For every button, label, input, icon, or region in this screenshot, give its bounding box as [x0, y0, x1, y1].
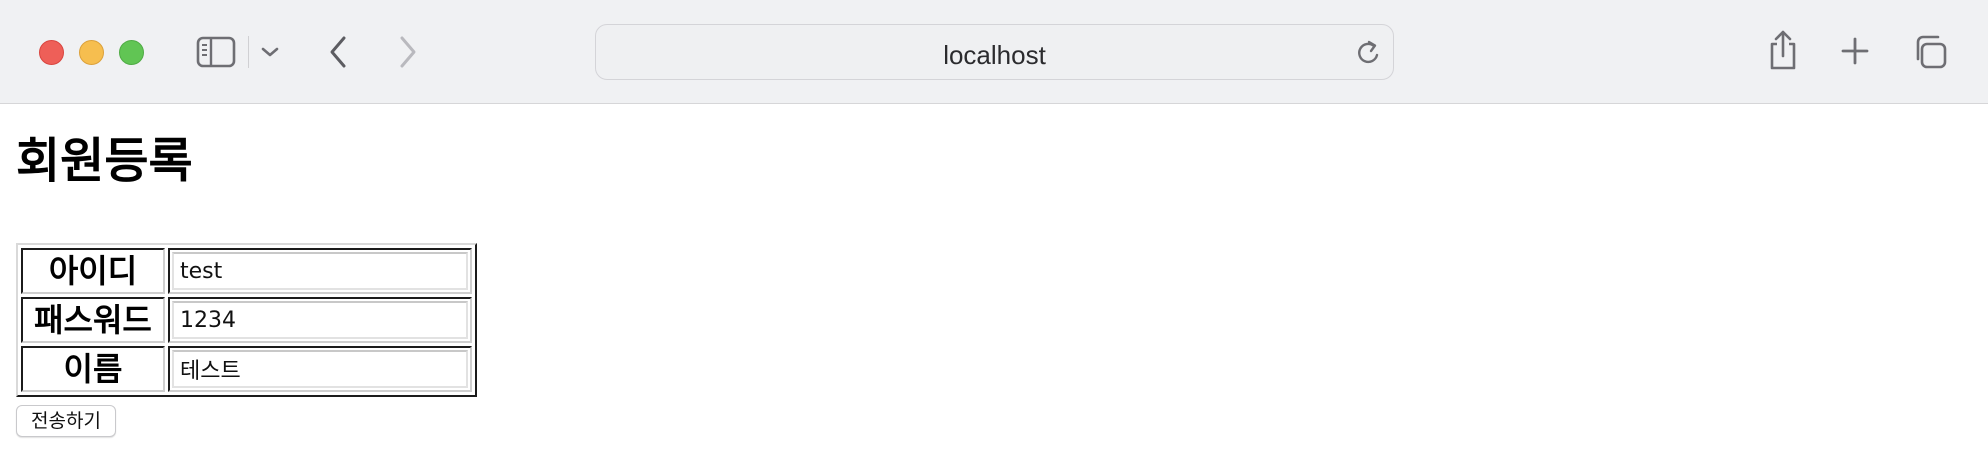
zoom-window-button[interactable] — [119, 40, 144, 65]
share-icon[interactable] — [1766, 28, 1800, 72]
url-text: localhost — [943, 40, 1046, 70]
password-label: 패스워드 — [21, 297, 165, 343]
sidebar-icon[interactable] — [194, 34, 238, 70]
password-input[interactable] — [172, 301, 468, 339]
name-input[interactable] — [172, 350, 468, 388]
name-label: 이름 — [21, 346, 165, 392]
id-input[interactable] — [172, 252, 468, 290]
chevron-right-icon[interactable] — [392, 32, 424, 72]
plus-icon[interactable] — [1838, 32, 1872, 70]
submit-button[interactable]: 전송하기 — [16, 405, 116, 437]
minimize-window-button[interactable] — [79, 40, 104, 65]
page-title: 회원등록 — [16, 133, 193, 189]
registration-form-table: 아이디 패스워드 이름 — [16, 243, 477, 397]
password-cell — [168, 297, 472, 343]
table-row: 패스워드 — [21, 297, 472, 343]
close-window-button[interactable] — [39, 40, 64, 65]
address-bar[interactable]: localhost — [595, 24, 1394, 80]
browser-toolbar: localhost — [0, 0, 1988, 104]
name-cell — [168, 346, 472, 392]
id-cell — [168, 248, 472, 294]
id-label: 아이디 — [21, 248, 165, 294]
chevron-left-icon[interactable] — [322, 32, 354, 72]
tabs-icon[interactable] — [1910, 32, 1950, 72]
chevron-down-icon[interactable] — [256, 40, 284, 64]
reload-icon[interactable] — [1353, 36, 1385, 70]
table-row: 아이디 — [21, 248, 472, 294]
toolbar-divider — [248, 36, 249, 68]
table-row: 이름 — [21, 346, 472, 392]
page-content: 회원등록 아이디 패스워드 이름 전송하기 — [0, 105, 1988, 468]
